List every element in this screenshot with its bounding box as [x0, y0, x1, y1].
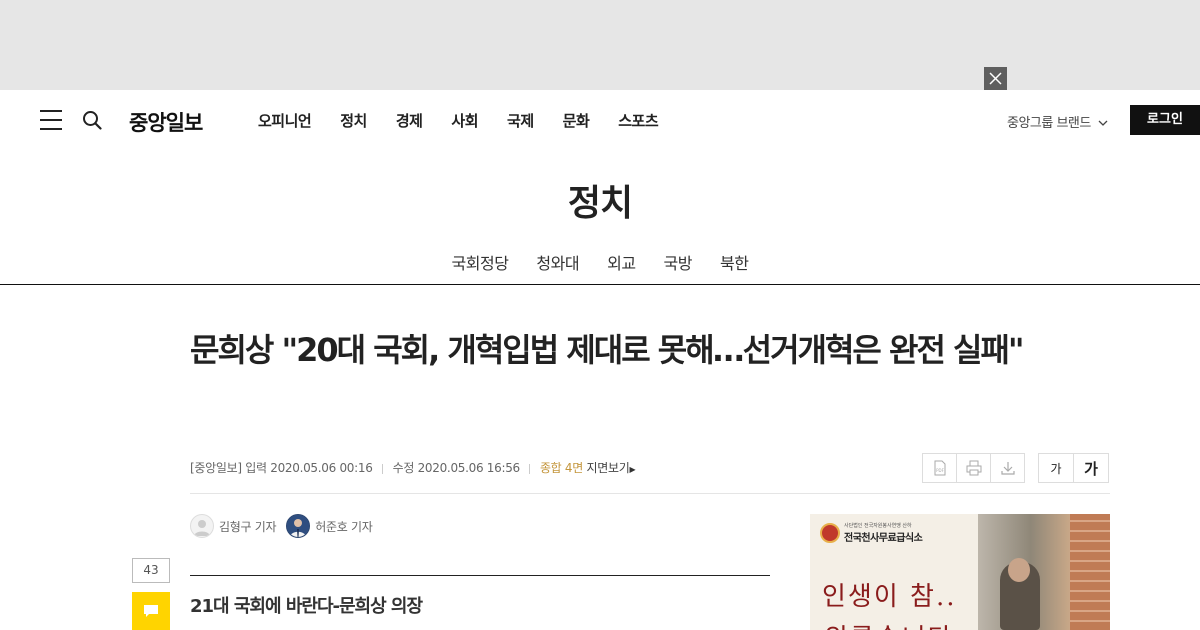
reporter-photo	[287, 515, 310, 537]
article-body-divider	[190, 575, 770, 576]
meta-divider	[190, 493, 1110, 494]
subnav-item-assembly[interactable]: 국회정당	[452, 250, 509, 274]
print-icon	[966, 460, 981, 476]
pdf-icon-label: PDF	[936, 468, 944, 473]
login-button[interactable]: 로그인	[1130, 105, 1200, 135]
ad-close-button[interactable]	[984, 67, 1007, 90]
reporter-name: 허준호 기자	[315, 519, 373, 534]
nav-item-politics[interactable]: 정치	[340, 110, 367, 131]
speech-bubble-icon	[144, 604, 158, 617]
comment-count-badge[interactable]: 43	[132, 558, 170, 583]
article-meta: [중앙일보] 입력 2020.05.06 00:16 수정 2020.05.06…	[190, 459, 636, 476]
reporter-list: 김형구 기자 허준호 기자	[190, 514, 382, 538]
subnav-item-diplomacy[interactable]: 외교	[607, 250, 636, 274]
article-subhead: 21대 국회에 바란다-문희상 의장	[190, 596, 423, 617]
nav-item-society[interactable]: 사회	[451, 110, 478, 131]
page-view-link[interactable]: 지면보기▶	[587, 461, 636, 475]
modified-date: 수정 2020.05.06 16:56	[392, 461, 521, 475]
search-icon[interactable]	[82, 110, 102, 130]
published-date: 입력 2020.05.06 00:16	[245, 461, 373, 475]
ad-logo: 사단법인 전국자원봉사연맹 산하 전국천사무료급식소	[820, 522, 923, 544]
section-subnav: 국회정당 청와대 외교 국방 북한	[0, 250, 1200, 274]
avatar	[190, 514, 214, 538]
subnav-item-defense[interactable]: 국방	[664, 250, 693, 274]
subnav-item-bluehouse[interactable]: 청와대	[536, 250, 579, 274]
pdf-button[interactable]: PDF	[922, 453, 957, 483]
avatar	[286, 514, 311, 538]
print-page-label: 종합 4면	[539, 461, 584, 475]
pdf-icon: PDF	[934, 460, 945, 476]
article-source: [중앙일보]	[190, 461, 242, 475]
reporter-item[interactable]: 허준호 기자	[286, 514, 373, 538]
user-icon	[194, 520, 210, 536]
nav-item-economy[interactable]: 경제	[396, 110, 423, 131]
meta-separator	[529, 463, 531, 474]
chevron-down-icon	[1098, 120, 1107, 126]
nav-item-culture[interactable]: 문화	[563, 110, 590, 131]
ad-photo-person-head	[1008, 558, 1030, 582]
font-size-tools: 가 가	[1038, 453, 1109, 483]
comment-button[interactable]	[132, 592, 170, 630]
global-header: 중앙일보 오피니언 정치 경제 사회 국제 문화 스포츠 중앙그룹 브랜드 로그…	[0, 90, 1200, 150]
font-increase-button[interactable]: 가	[1073, 453, 1109, 483]
side-ad-banner[interactable]: 사단법인 전국자원봉사연맹 산하 전국천사무료급식소 인생이 참.. 외롭습니다	[810, 514, 1110, 630]
subnav-item-northkorea[interactable]: 북한	[720, 250, 749, 274]
font-decrease-button[interactable]: 가	[1038, 453, 1074, 483]
meta-separator	[382, 463, 384, 474]
reporter-name: 김형구 기자	[219, 519, 277, 534]
article-headline: 문희상 "20대 국회, 개혁입법 제대로 못해…선거개혁은 완전 실패"	[190, 331, 1025, 369]
article-tools: PDF	[922, 453, 1025, 483]
download-button[interactable]	[990, 453, 1025, 483]
site-logo[interactable]: 중앙일보	[129, 107, 203, 137]
ad-org-name: 전국천사무료급식소	[844, 533, 923, 544]
top-ad-banner	[0, 0, 1200, 90]
reporter-item[interactable]: 김형구 기자	[190, 514, 277, 538]
download-icon	[1000, 462, 1015, 475]
group-brand-dropdown[interactable]: 중앙그룹 브랜드	[1007, 112, 1108, 131]
ad-slogan-line2: 외롭습니다	[824, 618, 954, 630]
group-brand-label: 중앙그룹 브랜드	[1007, 116, 1091, 131]
hamburger-menu-icon[interactable]	[40, 110, 62, 130]
section-title: 정치	[567, 183, 633, 224]
page-view-label: 지면보기	[586, 461, 630, 475]
section-divider	[0, 284, 1200, 285]
nav-item-opinion[interactable]: 오피니언	[258, 110, 312, 131]
ad-slogan: 인생이 참..	[822, 582, 957, 612]
ad-photo-wall	[1070, 514, 1110, 630]
main-nav: 오피니언 정치 경제 사회 국제 문화 스포츠	[258, 110, 687, 131]
nav-item-sports[interactable]: 스포츠	[618, 110, 658, 131]
ad-seal-icon	[820, 523, 840, 543]
nav-item-world[interactable]: 국제	[507, 110, 534, 131]
print-button[interactable]	[956, 453, 991, 483]
ad-org-caption: 사단법인 전국자원봉사연맹 산하	[844, 523, 912, 529]
close-icon	[989, 72, 1002, 85]
caret-right-icon: ▶	[629, 465, 636, 474]
